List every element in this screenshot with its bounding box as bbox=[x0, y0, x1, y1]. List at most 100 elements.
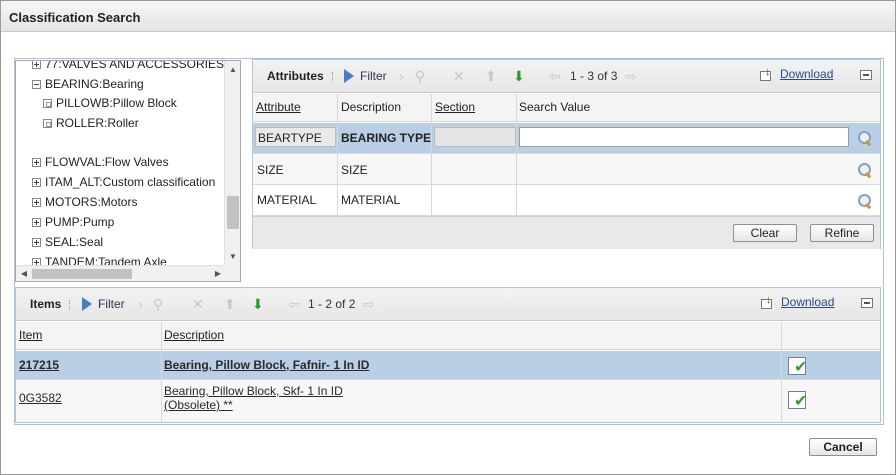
scrollbar-corner bbox=[224, 265, 240, 281]
attributes-toolbar: Attributes Filter › ⚲ ✕ ⬆ ⬇ ⇦ 1 - 3 of 3… bbox=[253, 60, 880, 93]
arrow-down-icon[interactable]: ⬇ bbox=[513, 68, 525, 85]
leaf-node-icon bbox=[43, 119, 52, 128]
search-disabled-icon: ⚲ bbox=[415, 68, 426, 84]
tree-node-pump[interactable]: PUMP:Pump bbox=[32, 215, 114, 233]
items-toolbar: Items Filter › ⚲ ✕ ⬆ ⬇ ⇦ 1 - 2 of 2 ⇨ Do… bbox=[16, 288, 880, 321]
search-lookup-icon[interactable] bbox=[857, 130, 873, 146]
tree-node-seal[interactable]: SEAL:Seal bbox=[32, 235, 103, 253]
previous-page-disabled-icon: ⇦ bbox=[288, 296, 300, 312]
item-description-link[interactable]: Bearing, Pillow Block, Fafnir- 1 In ID bbox=[164, 358, 369, 372]
tree-node-flowval[interactable]: FLOWVAL:Flow Valves bbox=[32, 155, 169, 173]
arrow-up-disabled-icon: ⬆ bbox=[485, 68, 497, 84]
section-field bbox=[434, 127, 516, 147]
attribute-cell: BEARTYPE bbox=[255, 127, 336, 147]
download-icon[interactable] bbox=[761, 294, 773, 309]
filter-arrow-icon bbox=[82, 297, 92, 311]
filter-arrow-icon bbox=[344, 69, 354, 83]
expand-icon[interactable] bbox=[32, 61, 41, 69]
collapse-icon[interactable] bbox=[32, 80, 41, 89]
scroll-thumb[interactable] bbox=[227, 196, 239, 229]
tree-node-motors[interactable]: MOTORS:Motors bbox=[32, 195, 137, 213]
next-page-disabled-icon: ⇨ bbox=[625, 68, 637, 84]
expand-icon[interactable] bbox=[32, 158, 41, 167]
attributes-download-link[interactable]: Download bbox=[780, 67, 833, 81]
search-lookup-icon[interactable] bbox=[857, 193, 873, 209]
classification-tree[interactable]: 77:VALVES AND ACCESSORIES BEARING:Bearin… bbox=[15, 60, 241, 282]
scroll-down-arrow-icon[interactable]: ▼ bbox=[225, 250, 240, 264]
attributes-title: Attributes bbox=[267, 69, 324, 83]
chevron-right-icon: › bbox=[399, 68, 404, 84]
tree-node-valves[interactable]: 77:VALVES AND ACCESSORIES bbox=[32, 61, 224, 75]
item-details-check-icon[interactable] bbox=[787, 388, 809, 411]
tree-node-roller[interactable]: ROLLER:Roller bbox=[43, 116, 139, 134]
item-row[interactable]: 217215 Bearing, Pillow Block, Fafnir- 1 … bbox=[16, 351, 880, 380]
item-description-link[interactable]: Bearing, Pillow Block, Skf- 1 In ID bbox=[164, 384, 343, 398]
attribute-value: SIZE bbox=[257, 163, 284, 177]
items-filter-button[interactable]: Filter bbox=[82, 297, 125, 311]
minimize-icon[interactable] bbox=[861, 298, 873, 308]
attribute-row[interactable]: SIZE SIZE bbox=[253, 154, 880, 185]
classification-search-dialog: Classification Search 77:VALVES AND ACCE… bbox=[0, 0, 896, 475]
column-header-section[interactable]: Section bbox=[435, 100, 475, 114]
item-number-link[interactable]: 217215 bbox=[19, 358, 59, 372]
download-icon[interactable] bbox=[760, 66, 772, 81]
tree-node-bearing[interactable]: BEARING:Bearing bbox=[32, 77, 144, 95]
expand-icon[interactable] bbox=[32, 238, 41, 247]
scroll-thumb[interactable] bbox=[32, 269, 132, 279]
search-disabled-icon: ⚲ bbox=[153, 296, 164, 312]
items-record-count: 1 - 2 of 2 bbox=[308, 297, 356, 311]
items-table-header: Item Description bbox=[16, 322, 880, 350]
previous-page-disabled-icon: ⇦ bbox=[549, 68, 561, 84]
tree-node-itam-alt[interactable]: ITAM_ALT:Custom classification bbox=[32, 175, 215, 193]
column-divider bbox=[781, 322, 782, 422]
refine-button[interactable]: Refine bbox=[810, 224, 874, 242]
tree-vertical-scrollbar[interactable]: ▲ ▼ bbox=[224, 61, 240, 266]
arrow-down-icon[interactable]: ⬇ bbox=[252, 296, 264, 313]
clear-button[interactable]: Clear bbox=[733, 224, 797, 242]
toolbar-separator bbox=[332, 72, 334, 82]
column-divider bbox=[431, 94, 432, 216]
clear-filter-disabled-icon: ✕ bbox=[453, 68, 465, 84]
tree-node-pillowb[interactable]: PILLOWB:Pillow Block bbox=[43, 96, 177, 114]
arrow-up-disabled-icon: ⬆ bbox=[224, 296, 236, 312]
attributes-filter-button[interactable]: Filter bbox=[344, 69, 387, 83]
leaf-node-icon bbox=[43, 99, 52, 108]
next-page-disabled-icon: ⇨ bbox=[363, 296, 375, 312]
item-row[interactable]: 0G3582 Bearing, Pillow Block, Skf- 1 In … bbox=[16, 380, 880, 422]
items-title: Items bbox=[30, 297, 62, 311]
expand-icon[interactable] bbox=[32, 218, 41, 227]
tree-horizontal-scrollbar[interactable]: ◀ ▶ bbox=[16, 265, 226, 281]
attribute-description: SIZE bbox=[341, 163, 368, 177]
search-lookup-icon[interactable] bbox=[857, 162, 873, 178]
column-header-description[interactable]: Description bbox=[164, 328, 224, 342]
dialog-title: Classification Search bbox=[9, 10, 141, 25]
attribute-value: MATERIAL bbox=[257, 193, 317, 207]
expand-icon[interactable] bbox=[32, 178, 41, 187]
column-divider bbox=[516, 94, 517, 216]
items-download-link[interactable]: Download bbox=[781, 295, 834, 309]
attribute-row[interactable]: BEARTYPE BEARING TYPE bbox=[253, 123, 880, 154]
items-panel: Items Filter › ⚲ ✕ ⬆ ⬇ ⇦ 1 - 2 of 2 ⇨ Do… bbox=[15, 287, 881, 423]
attribute-description: BEARING TYPE bbox=[341, 131, 432, 145]
expand-icon[interactable] bbox=[32, 198, 41, 207]
column-divider bbox=[161, 322, 162, 422]
cancel-button[interactable]: Cancel bbox=[809, 438, 877, 456]
attribute-value: BEARTYPE bbox=[258, 131, 322, 145]
item-number-link[interactable]: 0G3582 bbox=[19, 391, 62, 405]
attribute-description: MATERIAL bbox=[341, 193, 401, 207]
search-value-input[interactable] bbox=[519, 127, 849, 147]
attributes-panel: Attributes Filter › ⚲ ✕ ⬆ ⬇ ⇦ 1 - 3 of 3… bbox=[252, 59, 881, 249]
scroll-up-arrow-icon[interactable]: ▲ bbox=[225, 63, 240, 77]
column-header-item[interactable]: Item bbox=[19, 328, 42, 342]
attribute-row[interactable]: MATERIAL MATERIAL bbox=[253, 185, 880, 216]
item-description-status-link[interactable]: (Obsolete) ** bbox=[164, 398, 233, 412]
attributes-record-count: 1 - 3 of 3 bbox=[570, 69, 618, 83]
clear-filter-disabled-icon: ✕ bbox=[192, 296, 204, 312]
column-divider bbox=[337, 94, 338, 216]
title-bar: Classification Search bbox=[1, 1, 895, 32]
attributes-table-header: Attribute Description Section Search Val… bbox=[253, 94, 880, 122]
scroll-left-arrow-icon[interactable]: ◀ bbox=[16, 266, 32, 281]
item-details-check-icon[interactable] bbox=[787, 354, 809, 377]
minimize-icon[interactable] bbox=[860, 70, 872, 80]
column-header-attribute[interactable]: Attribute bbox=[256, 100, 301, 114]
